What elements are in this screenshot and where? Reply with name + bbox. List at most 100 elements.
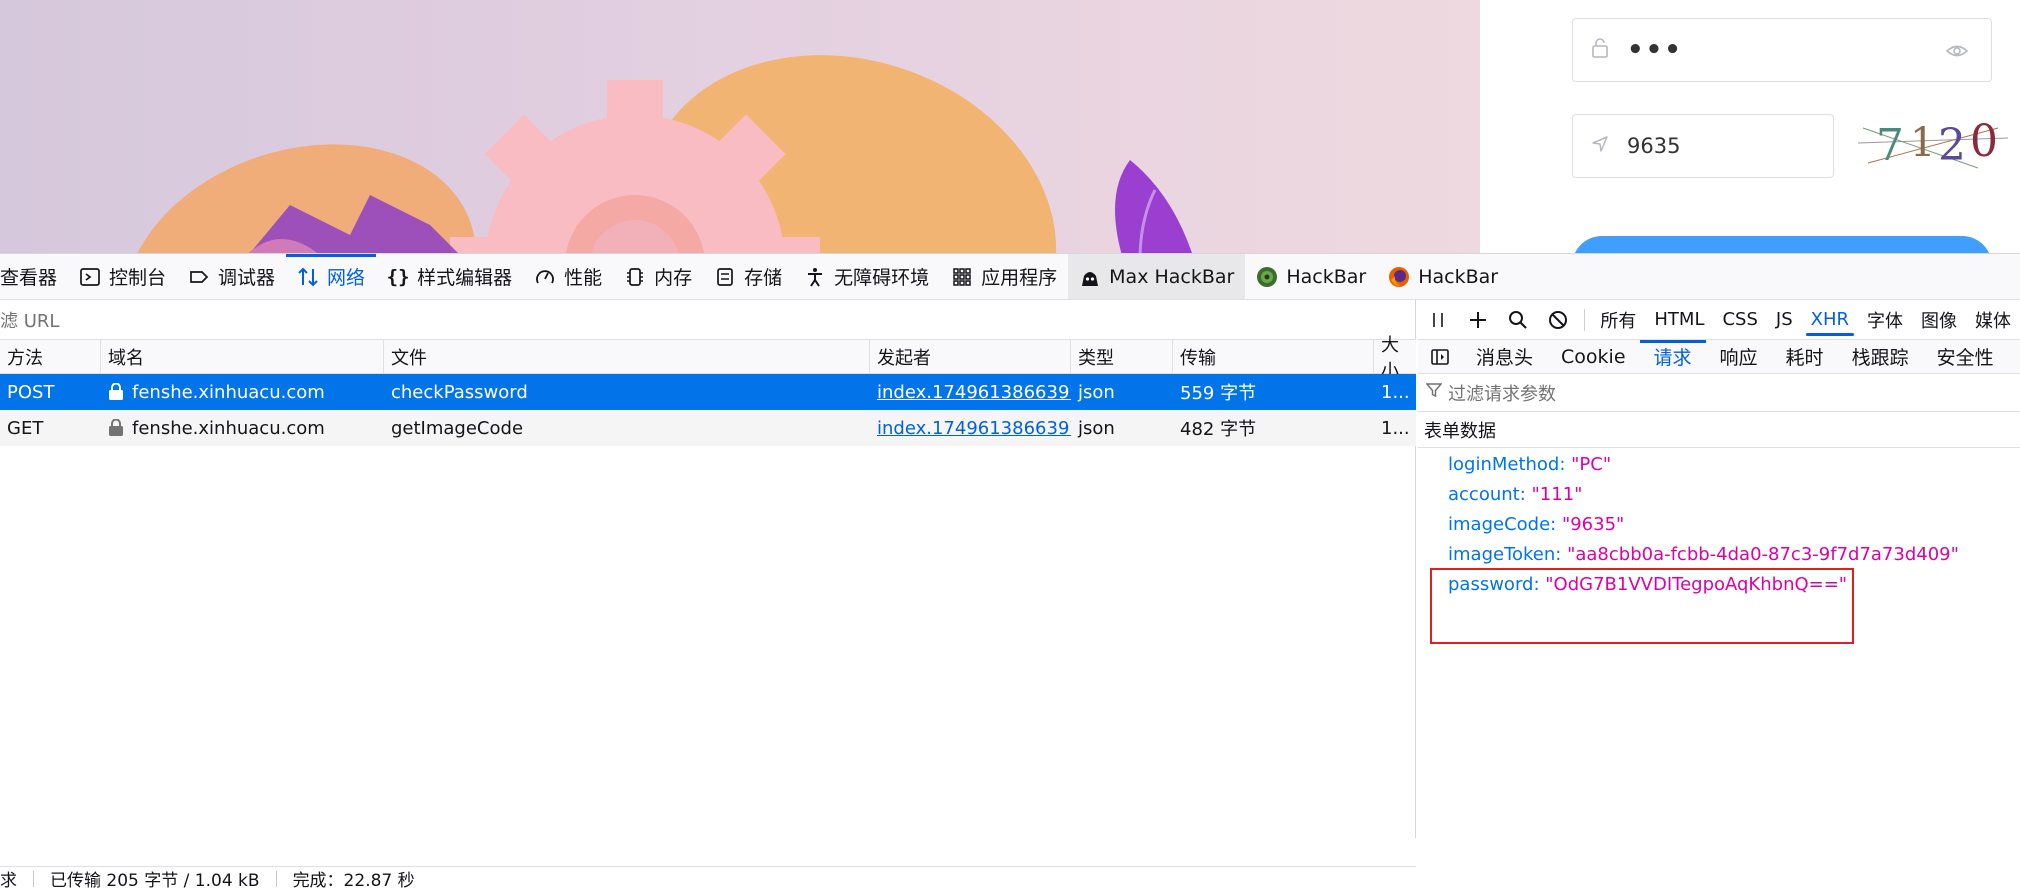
tab-request[interactable]: 请求 [1639, 340, 1706, 373]
column-header-transferred[interactable]: 传输 [1173, 340, 1374, 373]
tab-response[interactable]: 响应 [1706, 340, 1772, 373]
param-row[interactable]: loginMethod: "PC" [1448, 450, 1959, 480]
search-icon[interactable] [1498, 300, 1538, 340]
status-transferred: 已传输 205 字节 / 1.04 kB [50, 871, 260, 891]
column-header-method[interactable]: 方法 [0, 340, 101, 373]
table-row[interactable]: GET fenshe.xinhuacu.com getImageCode ind… [0, 410, 1416, 446]
hackbar-green-icon [1256, 266, 1278, 288]
tab-label: 性能 [564, 267, 603, 289]
param-value: "9635" [1561, 514, 1625, 535]
param-row[interactable]: imageToken: "aa8cbb0a-fcbb-4da0-87c3-9f7… [1448, 540, 1959, 570]
tab-timings[interactable]: 耗时 [1772, 340, 1838, 373]
tab-label: 无障碍环境 [834, 267, 930, 289]
filter-media[interactable]: 媒体 [1966, 300, 2020, 340]
tab-label: 网络 [327, 267, 366, 289]
param-key: imageCode: [1448, 514, 1557, 535]
tab-label: 存储 [744, 267, 783, 289]
image-code-field[interactable]: 9635 [1572, 114, 1834, 178]
domain-text: fenshe.xinhuacu.com [132, 381, 325, 403]
divider [1584, 308, 1586, 331]
request-method: GET [7, 417, 44, 439]
login-button[interactable] [1572, 236, 1992, 253]
request-domain: fenshe.xinhuacu.com [101, 410, 384, 446]
storage-icon [714, 266, 736, 288]
table-row[interactable]: POST fenshe.xinhuacu.com checkPassword i… [0, 374, 1416, 410]
column-header-size[interactable]: 大小 [1374, 335, 1416, 382]
purple-decoration [248, 195, 458, 253]
tab-debugger[interactable]: 调试器 [177, 254, 286, 299]
tab-label: 控制台 [109, 267, 167, 289]
accessibility-icon [804, 266, 826, 288]
lock-icon [1573, 37, 1627, 63]
request-domain: fenshe.xinhuacu.com [101, 374, 384, 410]
tab-label: Max HackBar [1109, 265, 1235, 288]
tab-stack-trace[interactable]: 栈跟踪 [1838, 340, 1923, 373]
filter-html[interactable]: HTML [1645, 300, 1713, 340]
tab-headers[interactable]: 消息头 [1462, 340, 1547, 373]
block-icon[interactable] [1538, 300, 1578, 340]
filter-js[interactable]: JS [1767, 300, 1802, 340]
pause-icon[interactable] [1418, 300, 1458, 340]
param-row[interactable]: account: "111" [1448, 480, 1959, 510]
param-row[interactable]: imageCode: "9635" [1448, 510, 1959, 540]
performance-icon [534, 266, 556, 288]
tab-security[interactable]: 安全性 [1923, 340, 2008, 373]
initiator-link[interactable]: index.1749613866397... [877, 418, 1071, 439]
domain-text: fenshe.xinhuacu.com [132, 417, 325, 439]
tab-network[interactable]: 网络 [286, 254, 377, 299]
url-filter-input[interactable]: 滤 URL [0, 300, 1416, 340]
tab-inspector[interactable]: 查看器 [0, 254, 68, 299]
password-value: ••• [1627, 35, 1683, 65]
request-file: checkPassword [391, 381, 528, 403]
captcha-image[interactable]: 7 1 2 0 [1858, 108, 2008, 178]
column-header-domain[interactable]: 域名 [101, 340, 384, 373]
filter-all[interactable]: 所有 [1591, 300, 1645, 340]
table-header: 方法 域名 文件 发起者 类型 传输 大小 [0, 335, 1416, 382]
column-header-file[interactable]: 文件 [384, 340, 870, 373]
tab-application[interactable]: 应用程序 [940, 254, 1068, 299]
tab-accessibility[interactable]: 无障碍环境 [793, 254, 940, 299]
tab-memory[interactable]: 内存 [613, 254, 703, 299]
tab-style-editor[interactable]: {} 样式编辑器 [376, 254, 523, 299]
filter-icon [1425, 382, 1443, 403]
filter-xhr[interactable]: XHR [1802, 300, 1858, 340]
tab-cookies[interactable]: Cookie [1547, 340, 1640, 373]
password-field[interactable]: ••• [1572, 18, 1992, 82]
column-header-type[interactable]: 类型 [1071, 340, 1173, 373]
filter-css[interactable]: CSS [1713, 300, 1766, 340]
tab-console[interactable]: 控制台 [68, 254, 177, 299]
toggle-panel-icon[interactable] [1418, 340, 1462, 373]
param-key: account: [1448, 484, 1526, 505]
captcha-digit: 2 [1938, 120, 1966, 171]
debugger-icon [188, 266, 210, 288]
tab-performance[interactable]: 性能 [523, 254, 613, 299]
filter-fonts[interactable]: 字体 [1858, 300, 1912, 340]
request-initiator: index.1749613866397... [870, 374, 1071, 410]
captcha-digit: 7 [1876, 120, 1904, 171]
image-code-value: 9635 [1627, 134, 1681, 158]
status-requests: 求 [0, 871, 17, 891]
tab-max-hackbar[interactable]: Max HackBar [1068, 254, 1246, 299]
memory-icon [624, 266, 646, 288]
console-icon [79, 266, 101, 288]
param-value: "aa8cbb0a-fcbb-4da0-87c3-9f7d7a73d409" [1567, 544, 1959, 565]
request-transferred: 482 字节 [1180, 419, 1257, 440]
column-header-initiator[interactable]: 发起者 [870, 340, 1071, 373]
tab-label: 查看器 [0, 267, 58, 289]
eye-icon[interactable] [1945, 39, 1969, 63]
tab-label: 应用程序 [981, 267, 1058, 289]
network-request-list: 滤 URL 方法 域名 文件 发起者 类型 传输 大小 POST fenshe.… [0, 300, 1416, 891]
filter-images[interactable]: 图像 [1912, 300, 1966, 340]
initiator-link[interactable]: index.1749613866397... [877, 382, 1071, 403]
tab-storage[interactable]: 存储 [703, 254, 793, 299]
web-page: ••• 9635 7 1 2 0 [0, 0, 2020, 253]
request-type: json [1078, 417, 1115, 439]
hero-illustration [0, 0, 1480, 253]
tab-hackbar-firefox[interactable]: HackBar [1377, 254, 1509, 299]
add-icon[interactable] [1458, 300, 1498, 340]
param-filter-placeholder: 过滤请求参数 [1448, 383, 1556, 405]
param-filter-input[interactable]: 过滤请求参数 [1418, 374, 2020, 412]
tab-hackbar-green[interactable]: HackBar [1245, 254, 1377, 299]
form-data-section-title[interactable]: 表单数据 [1418, 412, 2020, 448]
url-filter-placeholder: 滤 URL [0, 310, 60, 332]
